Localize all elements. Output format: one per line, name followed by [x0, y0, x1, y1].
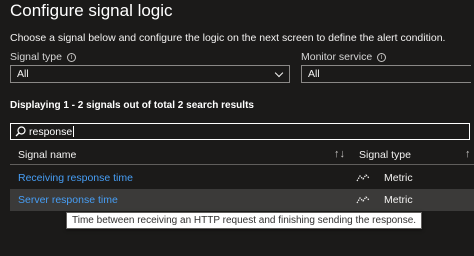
metric-icon [356, 196, 370, 204]
signal-type-label-text: Signal type [10, 51, 62, 63]
table-row[interactable]: Receiving response time Metric [10, 167, 474, 189]
monitor-service-label: Monitor service i [301, 51, 387, 63]
table-row[interactable]: Server response time Metric [10, 189, 474, 211]
search-value: response [29, 125, 73, 138]
column-header-signal-type[interactable]: Signal type [359, 149, 411, 161]
chevron-down-icon [274, 68, 284, 78]
signal-type-value: Metric [384, 194, 413, 206]
info-icon[interactable]: i [66, 52, 76, 62]
intro-text: Choose a signal below and configure the … [10, 32, 446, 44]
signal-type-value: All [17, 68, 29, 80]
info-icon[interactable]: i [377, 52, 387, 62]
monitor-service-label-text: Monitor service [301, 51, 373, 63]
sort-icon[interactable]: ↑↓ [334, 148, 345, 160]
table-header: Signal name ↑↓ Signal type ↑ [10, 145, 474, 165]
metric-icon [356, 174, 370, 182]
search-input[interactable]: response [10, 123, 470, 140]
column-header-signal-name[interactable]: Signal name [18, 149, 76, 161]
signal-name-link[interactable]: Server response time [18, 194, 118, 206]
signal-type-dropdown[interactable]: All [10, 65, 290, 83]
results-summary: Displaying 1 - 2 signals out of total 2 … [10, 100, 254, 111]
signal-name-link[interactable]: Receiving response time [18, 172, 133, 184]
monitor-service-value: All [308, 68, 320, 80]
monitor-service-dropdown[interactable]: All [301, 65, 471, 83]
signal-type-value: Metric [384, 172, 413, 184]
sort-icon[interactable]: ↑ [465, 148, 471, 160]
text-caret [73, 126, 75, 137]
page-title: Configure signal logic [10, 1, 173, 20]
search-icon [15, 126, 26, 137]
signal-type-label: Signal type i [10, 51, 76, 63]
tooltip: Time between receiving an HTTP request a… [66, 212, 423, 229]
